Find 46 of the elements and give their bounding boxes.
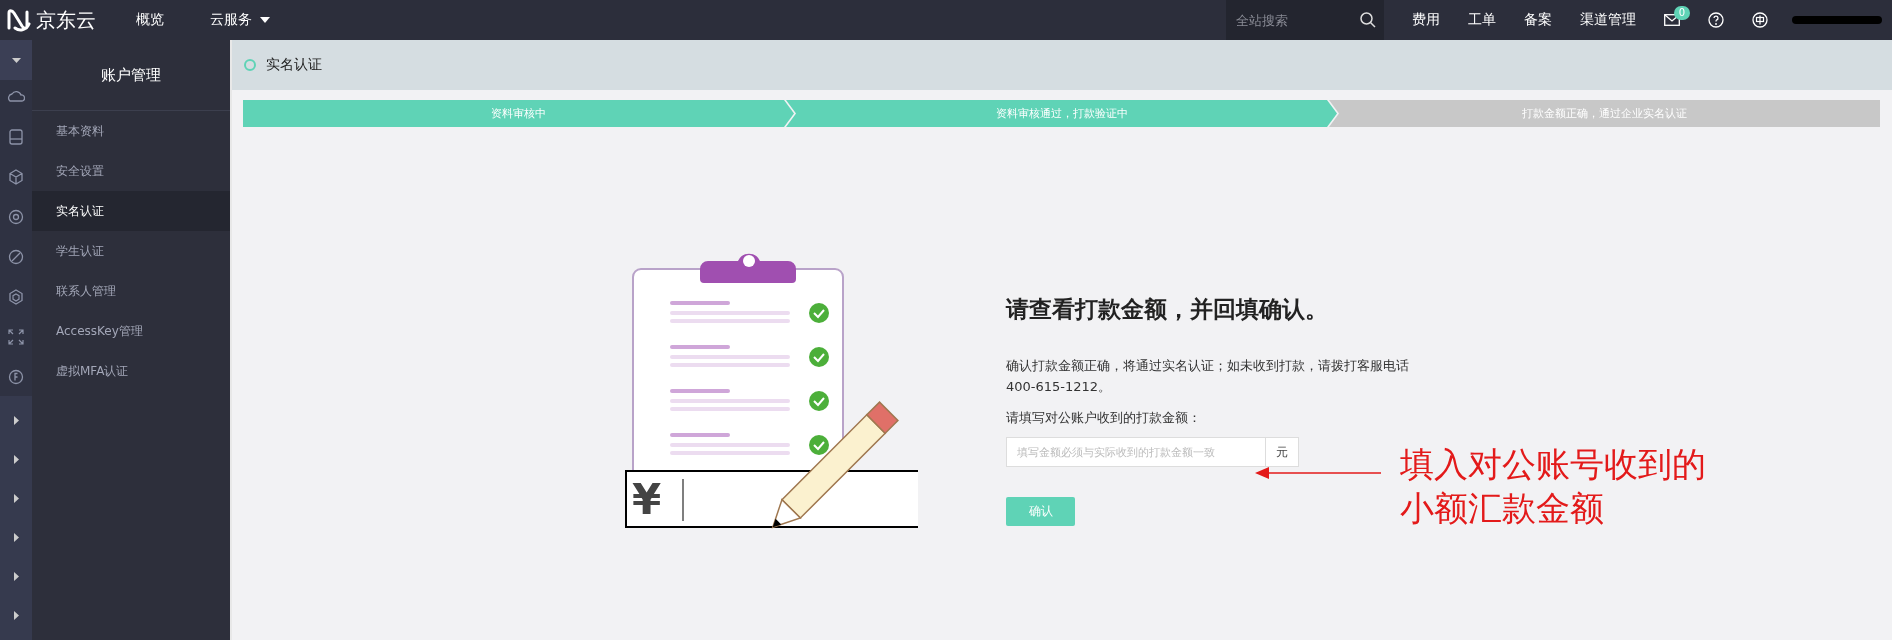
- hexagon-icon[interactable]: [7, 288, 25, 306]
- expand-arrow-icon[interactable]: [13, 533, 19, 542]
- expand-arrow-icon[interactable]: [13, 455, 19, 464]
- sidebar-item[interactable]: AccessKey管理: [32, 311, 230, 351]
- field-label: 请填写对公账户收到的打款金额：: [1006, 409, 1202, 427]
- progress-step: 资料审核中: [243, 100, 794, 127]
- cube-icon[interactable]: [7, 168, 25, 186]
- expand-arrow-icon[interactable]: [13, 611, 19, 620]
- sidebar-item[interactable]: 基本资料: [32, 111, 230, 151]
- language-icon[interactable]: [1752, 12, 1768, 28]
- expand-arrow-icon[interactable]: [13, 416, 19, 425]
- help-icon[interactable]: [1708, 12, 1724, 28]
- logo-text[interactable]: 京东云: [36, 6, 96, 34]
- caret-icon: [260, 17, 270, 23]
- nav-link[interactable]: 工单: [1468, 11, 1496, 29]
- page-title: 实名认证: [266, 56, 322, 74]
- unit-addon: 元: [1266, 437, 1299, 467]
- ring-icon: [244, 59, 256, 71]
- annotation-text: 填入对公账号收到的 小额汇款金额: [1400, 443, 1706, 530]
- sidebar-item[interactable]: 联系人管理: [32, 271, 230, 311]
- notification-badge: 0: [1673, 6, 1690, 20]
- letter-f-icon[interactable]: [7, 368, 25, 386]
- nav-link[interactable]: 云服务: [200, 11, 280, 29]
- mail-icon[interactable]: [1664, 14, 1680, 26]
- description-text: 确认打款金额正确，将通过实名认证；如未收到打款，请拨打客服电话 400-615-1212。: [1006, 357, 1409, 396]
- slash-circle-icon[interactable]: [7, 248, 25, 266]
- expand-arrow-icon[interactable]: [13, 572, 19, 581]
- nav-link[interactable]: 备案: [1524, 11, 1552, 29]
- nav-link[interactable]: 渠道管理: [1580, 11, 1636, 29]
- expand-arrow-icon[interactable]: [13, 494, 19, 503]
- sidebar-item[interactable]: 安全设置: [32, 151, 230, 191]
- caret-icon[interactable]: [11, 57, 21, 63]
- sidebar-item[interactable]: 学生认证: [32, 231, 230, 271]
- circle-icon[interactable]: [7, 208, 25, 226]
- search-field[interactable]: 全站搜索: [1226, 0, 1352, 40]
- sidebar-title: 账户管理: [32, 40, 230, 111]
- drive-icon[interactable]: [7, 128, 25, 146]
- sidebar-item[interactable]: 实名认证: [32, 191, 230, 231]
- expand-icon[interactable]: [7, 328, 25, 346]
- progress-step: 资料审核通过，打款验证中: [786, 100, 1337, 127]
- sidebar-item[interactable]: 虚拟MFA认证: [32, 351, 230, 391]
- nav-link[interactable]: 概览: [126, 11, 174, 29]
- logo-icon: [6, 8, 32, 32]
- search-icon[interactable]: [1352, 0, 1384, 40]
- nav-link[interactable]: 费用: [1412, 11, 1440, 29]
- form-heading: 请查看打款金额，并回填确认。: [1006, 295, 1329, 324]
